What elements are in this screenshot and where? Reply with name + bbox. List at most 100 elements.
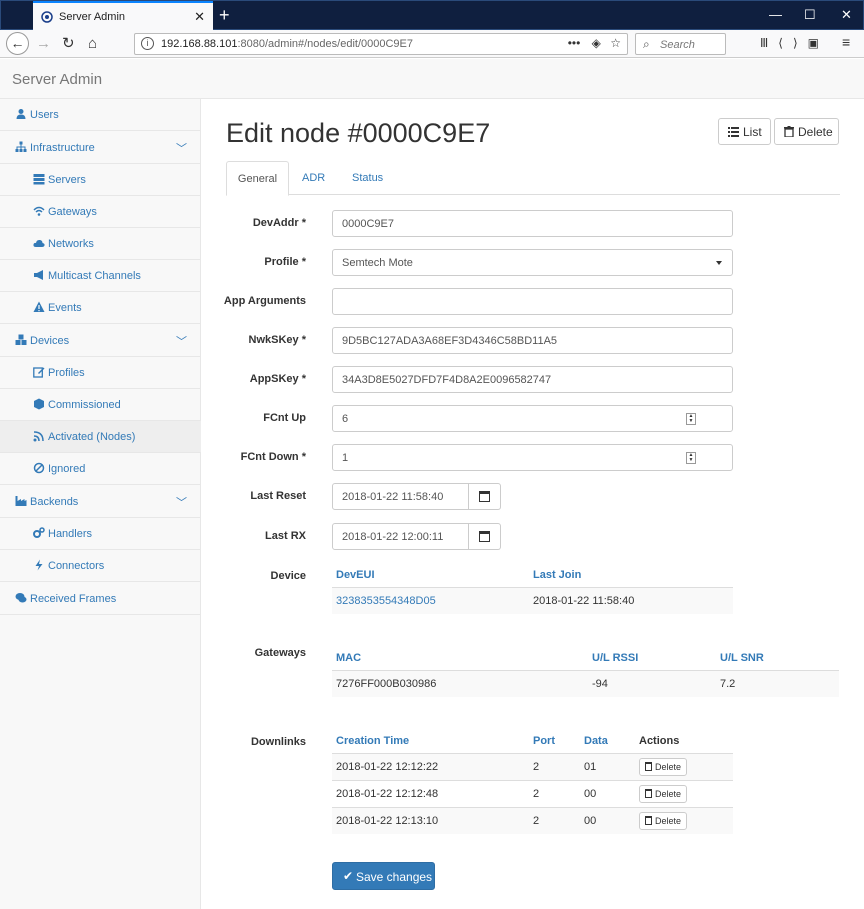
column-header[interactable]: U/L SNR	[720, 652, 764, 664]
home-icon[interactable]: ⌂	[88, 34, 97, 54]
new-tab-icon[interactable]: +	[219, 5, 230, 25]
sidebar-item-label: Ignored	[48, 463, 86, 475]
last-reset-input[interactable]: 2018-01-22 11:58:40	[332, 483, 469, 510]
sidebar-item-servers[interactable]: Servers	[0, 164, 201, 196]
devaddr-value: 0000C9E7	[342, 218, 394, 230]
app-brand[interactable]: Server Admin	[12, 71, 102, 88]
library-icon[interactable]: Ⅲ	[760, 36, 778, 50]
sidebar-item-label: Profiles	[48, 367, 85, 379]
chevron-down-icon[interactable]: ﹀	[176, 333, 187, 349]
delete-downlink-button[interactable]: Delete	[639, 812, 687, 830]
cloud-icon	[33, 239, 45, 247]
column-header[interactable]: Data	[584, 735, 608, 747]
minimize-icon[interactable]: —	[769, 7, 782, 22]
spinner-icon[interactable]: ▲ ▼	[686, 452, 696, 464]
last-rx-calendar-button[interactable]	[469, 523, 501, 550]
forward-icon[interactable]: →	[36, 34, 51, 54]
maximize-icon[interactable]: ☐	[804, 7, 816, 23]
sidebar-item-commissioned[interactable]: Commissioned	[0, 389, 201, 421]
delete-downlink-button[interactable]: Delete	[639, 785, 687, 803]
bolt-icon	[35, 559, 43, 571]
sidebar-item-infrastructure[interactable]: Infrastructure ﹀	[0, 132, 201, 164]
reload-icon[interactable]: ↻	[62, 34, 75, 54]
tab-close-icon[interactable]: ✕	[194, 9, 205, 25]
column-header[interactable]: MAC	[336, 652, 361, 664]
sidebar-item-ignored[interactable]: Ignored	[0, 453, 201, 485]
delete-button-label: Delete	[798, 125, 833, 139]
tab-adr[interactable]: ADR	[302, 161, 325, 195]
sidebar-item-users[interactable]: Users	[0, 99, 201, 131]
delete-label: Delete	[655, 762, 682, 772]
app-arguments-input[interactable]	[332, 288, 733, 315]
column-header[interactable]: Creation Time	[336, 735, 409, 747]
column-header[interactable]: Last Join	[533, 569, 581, 581]
nwkskey-value: 9D5BC127ADA3A68EF3D4346C58BD11A5	[342, 335, 558, 347]
column-header[interactable]: DevEUI	[336, 569, 375, 581]
cubes-icon	[15, 334, 27, 345]
delete-node-button[interactable]: Delete	[774, 118, 839, 145]
browser-tab[interactable]: Server Admin ✕	[33, 1, 213, 31]
tab-title: Server Admin	[59, 11, 126, 23]
sidebar-item-multicast-channels[interactable]: Multicast Channels	[0, 260, 201, 292]
pocket-icon[interactable]: ◈	[592, 36, 601, 50]
window-close-icon[interactable]: ✕	[841, 7, 852, 23]
tab-status[interactable]: Status	[352, 161, 383, 195]
profile-select[interactable]: Semtech Mote	[332, 249, 733, 276]
sidebar-toggle-icon[interactable]: ▣	[808, 36, 829, 50]
delete-label: Delete	[655, 789, 682, 799]
devaddr-label: DevAddr *	[252, 217, 306, 229]
cube-icon	[34, 398, 44, 410]
sidebar-item-gateways[interactable]: Gateways	[0, 196, 201, 228]
deveui-link[interactable]: 3238353554348D05	[336, 595, 436, 607]
last-reset-calendar-button[interactable]	[469, 483, 501, 510]
fcnt-down-input[interactable]: 1 ▲ ▼	[332, 444, 733, 471]
delete-label: Delete	[655, 816, 682, 826]
sidebar-item-activated-nodes[interactable]: Activated (Nodes)	[0, 421, 201, 453]
browser-search-input[interactable]: ⌕ Search	[635, 33, 726, 55]
delete-downlink-button[interactable]: Delete	[639, 758, 687, 776]
sidebar-item-events[interactable]: Events	[0, 292, 201, 324]
spinner-icon[interactable]: ▲ ▼	[686, 413, 696, 425]
fcnt-up-input[interactable]: 6 ▲ ▼	[332, 405, 733, 432]
site-info-icon[interactable]: i	[141, 37, 154, 50]
app-header: Server Admin	[0, 59, 864, 99]
save-button-label: Save changes	[356, 870, 433, 884]
devtools-icon[interactable]: ⟨⟩	[778, 36, 807, 50]
last-rx-label: Last RX	[265, 530, 306, 542]
last-rx-input[interactable]: 2018-01-22 12:00:11	[332, 523, 469, 550]
list-button[interactable]: List	[718, 118, 771, 145]
page-actions-icon[interactable]: •••	[568, 36, 581, 50]
check-icon: ✔	[343, 869, 354, 883]
column-header[interactable]: Port	[533, 735, 555, 747]
last-rx-value: 2018-01-22 12:00:11	[342, 531, 444, 543]
chevron-down-icon[interactable]: ﹀	[176, 140, 187, 156]
bullhorn-icon	[34, 270, 43, 280]
table-cell: 01	[584, 761, 597, 773]
last-reset-label: Last Reset	[250, 490, 306, 502]
browser-navbar: ← → ↻ ⌂ i 192.168.88.101:8080/admin#/nod…	[0, 30, 864, 58]
tab-general[interactable]: General	[226, 161, 289, 196]
column-header[interactable]: U/L RSSI	[592, 652, 638, 664]
appskey-input[interactable]: 34A3D8E5027DFD7F4D8A2E0096582747	[332, 366, 733, 393]
chevron-down-icon[interactable]: ﹀	[176, 494, 187, 510]
nwkskey-input[interactable]: 9D5BC127ADA3A68EF3D4346C58BD11A5	[332, 327, 733, 354]
appskey-label: AppSKey *	[249, 373, 306, 385]
hamburger-menu-icon[interactable]: ≡	[842, 34, 850, 50]
url-bar[interactable]: i 192.168.88.101:8080/admin#/nodes/edit/…	[134, 33, 628, 55]
sidebar-item-networks[interactable]: Networks	[0, 228, 201, 260]
bookmark-star-icon[interactable]: ☆	[610, 36, 621, 50]
sidebar-item-backends[interactable]: Backends ﹀	[0, 486, 201, 518]
sidebar-item-connectors[interactable]: Connectors	[0, 550, 201, 582]
table-row: 2018-01-22 12:12:48 2 00 Delete	[332, 780, 733, 807]
save-changes-button[interactable]: ✔ Save changes	[332, 862, 435, 890]
last-reset-value: 2018-01-22 11:58:40	[342, 491, 444, 503]
device-table: DevEUI Last Join 3238353554348D05 2018-0…	[332, 569, 733, 614]
sidebar-item-label: Gateways	[48, 206, 97, 218]
sidebar-item-received-frames[interactable]: Received Frames	[0, 583, 201, 615]
sidebar-item-handlers[interactable]: Handlers	[0, 518, 201, 550]
sidebar-item-profiles[interactable]: Profiles	[0, 357, 201, 389]
sidebar-item-devices[interactable]: Devices ﹀	[0, 325, 201, 357]
profile-label: Profile *	[264, 256, 306, 268]
back-icon[interactable]: ←	[6, 32, 29, 55]
devaddr-input[interactable]: 0000C9E7	[332, 210, 733, 237]
